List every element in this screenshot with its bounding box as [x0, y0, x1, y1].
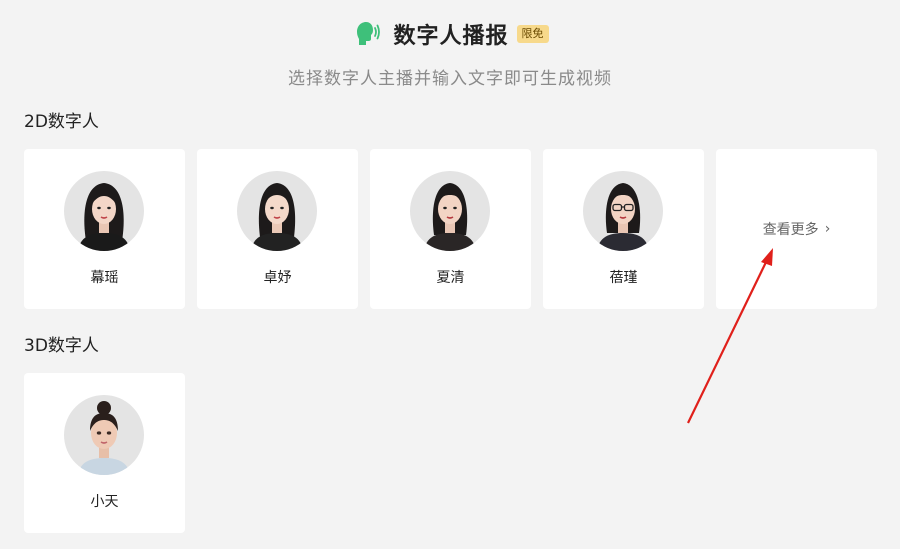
- view-more-card[interactable]: 查看更多 ›: [716, 149, 877, 309]
- page-header: 数字人播报 限免: [0, 18, 900, 50]
- card-row-3d: 小天: [24, 373, 185, 533]
- avatar-name: 卓妤: [263, 270, 292, 286]
- section-title-2d: 2D数字人: [24, 112, 99, 132]
- female-avatar-icon: [251, 183, 303, 251]
- free-badge: 限免: [516, 25, 549, 43]
- avatar-card[interactable]: 夏清: [370, 149, 531, 309]
- avatar-card[interactable]: 蓓瑾: [543, 149, 704, 309]
- page-title: 数字人播报: [393, 24, 509, 49]
- avatar-name: 小天: [90, 494, 119, 510]
- section-title-3d: 3D数字人: [24, 336, 99, 356]
- avatar-card[interactable]: 卓妤: [197, 149, 358, 309]
- female-avatar-icon: [424, 183, 476, 251]
- avatar-name: 幕瑶: [90, 270, 119, 286]
- avatar-card[interactable]: 幕瑶: [24, 149, 185, 309]
- speaking-head-icon: [357, 22, 381, 45]
- 3d-avatar-icon: [78, 401, 130, 475]
- card-row-2d: 幕瑶 卓妤 夏清 蓓瑾 查看更多 ›: [24, 149, 877, 309]
- avatar: [237, 171, 317, 251]
- page-subtitle: 选择数字人主播并输入文字即可生成视频: [288, 69, 612, 89]
- avatar-name: 夏清: [436, 270, 465, 286]
- avatar: [64, 171, 144, 251]
- avatar: [583, 171, 663, 251]
- chevron-right-icon: ›: [824, 221, 831, 237]
- view-more-label: 查看更多: [762, 222, 819, 238]
- avatar-name: 蓓瑾: [609, 270, 638, 286]
- female-avatar-glasses-icon: [597, 183, 649, 251]
- avatar-card[interactable]: 小天: [24, 373, 185, 533]
- avatar: [64, 395, 144, 475]
- female-avatar-icon: [78, 183, 130, 251]
- avatar: [410, 171, 490, 251]
